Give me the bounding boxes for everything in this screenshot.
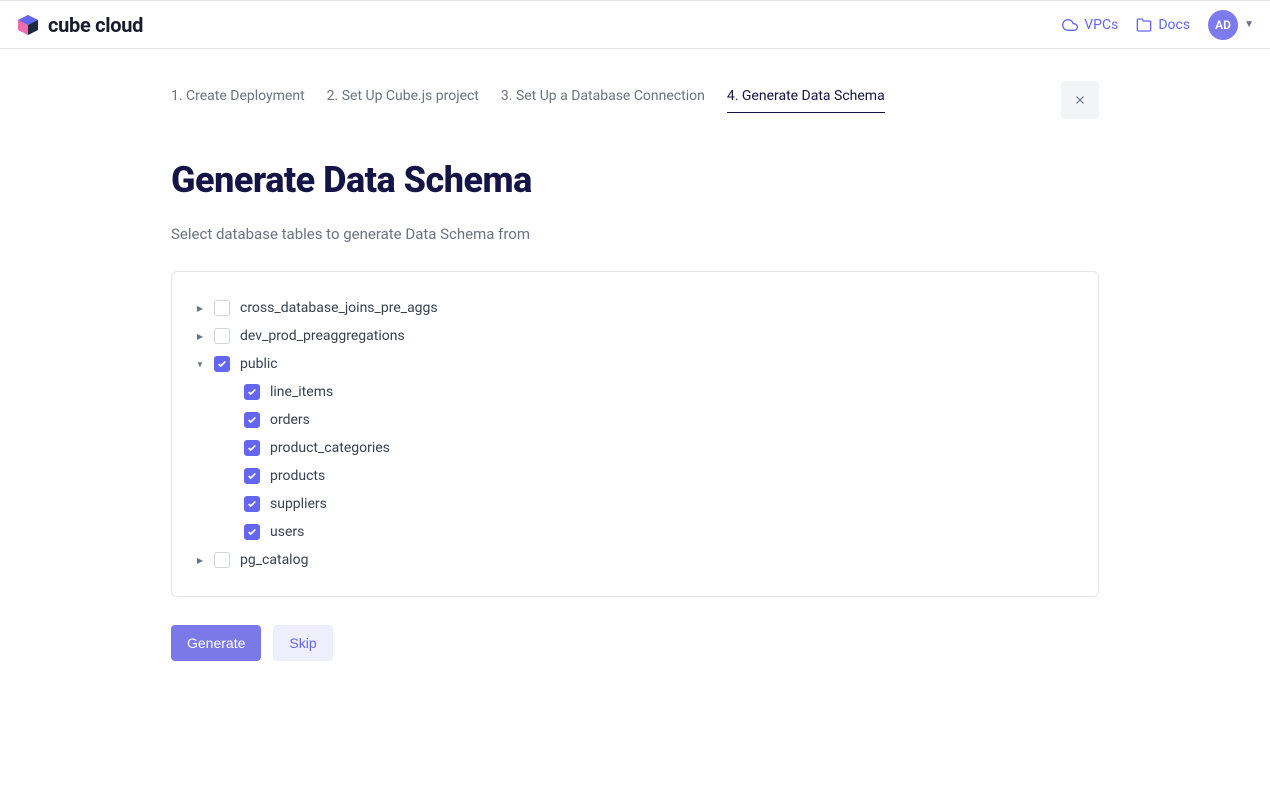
collapse-icon[interactable]: ▼ <box>196 360 204 368</box>
cloud-icon <box>1062 17 1078 33</box>
table-label[interactable]: orders <box>270 412 310 428</box>
wizard-step-4[interactable]: 4. Generate Data Schema <box>727 88 885 113</box>
table-row: product_categories <box>196 434 1074 462</box>
table-row: line_items <box>196 378 1074 406</box>
schema-row: ▶ pg_catalog <box>196 546 1074 574</box>
schema-label[interactable]: public <box>240 356 278 372</box>
page-description: Select database tables to generate Data … <box>171 225 1099 243</box>
vpcs-label: VPCs <box>1084 17 1118 33</box>
table-row: orders <box>196 406 1074 434</box>
schema-label[interactable]: pg_catalog <box>240 552 308 568</box>
chevron-down-icon: ▼ <box>1244 19 1254 30</box>
checkbox[interactable] <box>244 468 260 484</box>
user-menu[interactable]: AD ▼ <box>1208 10 1254 40</box>
wizard-step-3[interactable]: 3. Set Up a Database Connection <box>501 88 705 112</box>
check-icon <box>247 499 257 509</box>
wizard-step-1[interactable]: 1. Create Deployment <box>171 88 305 112</box>
checkbox[interactable] <box>214 552 230 568</box>
close-button[interactable] <box>1061 81 1099 119</box>
docs-link[interactable]: Docs <box>1136 17 1190 33</box>
schema-tree: ▶ cross_database_joins_pre_aggs ▶ dev_prod_… <box>171 271 1099 597</box>
table-label[interactable]: line_items <box>270 384 333 400</box>
skip-button[interactable]: Skip <box>273 625 332 661</box>
check-icon <box>217 359 227 369</box>
table-label[interactable]: suppliers <box>270 496 327 512</box>
docs-label: Docs <box>1158 17 1190 33</box>
checkbox[interactable] <box>244 524 260 540</box>
close-icon <box>1073 93 1087 107</box>
vpcs-link[interactable]: VPCs <box>1062 17 1118 33</box>
product-name: cube cloud <box>48 13 143 37</box>
cube-logo-icon <box>16 13 40 37</box>
expand-icon[interactable]: ▶ <box>196 556 204 564</box>
checkbox[interactable] <box>244 440 260 456</box>
avatar: AD <box>1208 10 1238 40</box>
table-row: users <box>196 518 1074 546</box>
check-icon <box>247 387 257 397</box>
checkbox[interactable] <box>214 356 230 372</box>
schema-row: ▶ cross_database_joins_pre_aggs <box>196 294 1074 322</box>
schema-label[interactable]: cross_database_joins_pre_aggs <box>240 300 438 316</box>
expand-icon[interactable]: ▶ <box>196 304 204 312</box>
check-icon <box>247 415 257 425</box>
schema-label[interactable]: dev_prod_preaggregations <box>240 328 405 344</box>
table-row: products <box>196 462 1074 490</box>
checkbox[interactable] <box>244 496 260 512</box>
checkbox[interactable] <box>214 328 230 344</box>
checkbox[interactable] <box>244 384 260 400</box>
page-title: Generate Data Schema <box>171 159 1099 201</box>
schema-row: ▼ public <box>196 350 1074 378</box>
logo[interactable]: cube cloud <box>16 13 143 37</box>
expand-icon[interactable]: ▶ <box>196 332 204 340</box>
check-icon <box>247 443 257 453</box>
wizard-step-2[interactable]: 2. Set Up Cube.js project <box>327 88 479 112</box>
checkbox[interactable] <box>244 412 260 428</box>
checkbox[interactable] <box>214 300 230 316</box>
wizard-steps: 1. Create Deployment 2. Set Up Cube.js pr… <box>171 81 1099 119</box>
table-label[interactable]: users <box>270 524 304 540</box>
check-icon <box>247 527 257 537</box>
table-label[interactable]: product_categories <box>270 440 390 456</box>
generate-button[interactable]: Generate <box>171 625 261 661</box>
table-row: suppliers <box>196 490 1074 518</box>
table-label[interactable]: products <box>270 468 325 484</box>
check-icon <box>247 471 257 481</box>
folder-icon <box>1136 17 1152 33</box>
schema-row: ▶ dev_prod_preaggregations <box>196 322 1074 350</box>
